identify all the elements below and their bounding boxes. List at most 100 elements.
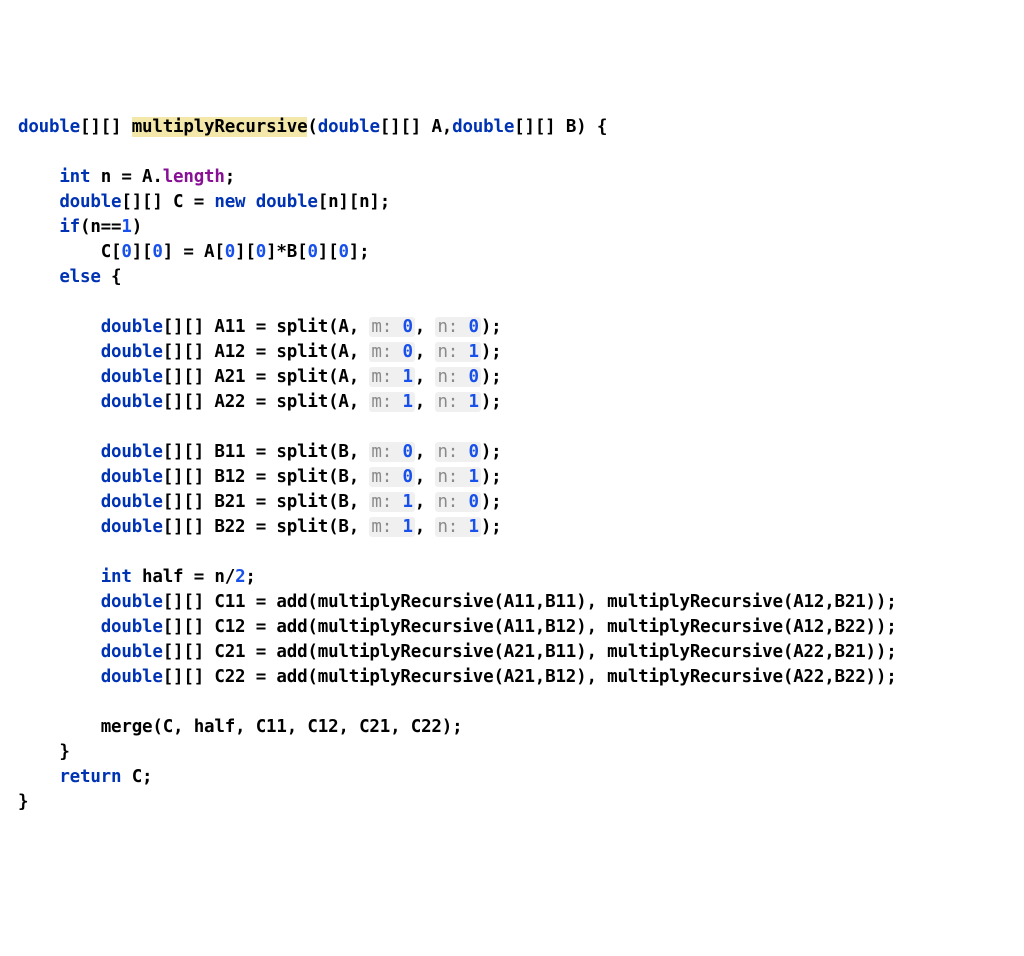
number-0: 0 [402,467,412,487]
keyword-double: double [101,617,163,637]
param-hint-m: m: [371,317,392,337]
keyword-if: if [59,217,80,237]
param-hint-n: n: [437,367,458,387]
merge-call: merge(C, half, C11, C12, C21, C22); [101,717,463,737]
decl-c-b: [n][n]; [318,192,390,212]
return-val: C; [121,767,152,787]
paren: ( [307,117,317,137]
number-0: 0 [225,242,235,262]
b21-decl: B21 = split(B, [204,492,369,512]
semi: ; [225,167,235,187]
close: ); [481,492,502,512]
keyword-int: int [59,167,90,187]
decl-c-a: [][] C = [121,192,214,212]
number-0: 0 [121,242,131,262]
c22-decl: C22 = add(multiplyRecursive(A21,B12), mu… [204,667,897,687]
decl-n: n = A. [90,167,162,187]
keyword-double: double [101,342,163,362]
c00-a: C[ [101,242,122,262]
param-hint-m: m: [371,492,392,512]
if-cond-b: ) [132,217,142,237]
number-0: 0 [468,442,478,462]
close: ); [481,367,502,387]
close: ); [481,442,502,462]
number-2: 2 [235,567,245,587]
number-1: 1 [468,392,478,412]
number-0: 0 [468,492,478,512]
param-hint-n: n: [437,517,458,537]
c12-decl: C12 = add(multiplyRecursive(A11,B12), mu… [204,617,897,637]
brackets: [][] [163,392,204,412]
close: ); [481,317,502,337]
number-1: 1 [468,342,478,362]
c00-b: ][ [132,242,153,262]
c00-b3: ][ [318,242,339,262]
number-1: 1 [468,517,478,537]
a12-decl: A12 = split(A, [204,342,369,362]
keyword-double: double [452,117,514,137]
c00-c: ] = A[ [163,242,225,262]
keyword-double: double [101,467,163,487]
keyword-double: double [101,317,163,337]
number-1: 1 [402,392,412,412]
keyword-double: double [101,367,163,387]
param-hint-m: m: [371,367,392,387]
number-1: 1 [402,492,412,512]
number-0: 0 [338,242,348,262]
brackets: [][] [163,667,204,687]
half-decl-a: half = n/ [132,567,235,587]
keyword-double: double [18,117,80,137]
b12-decl: B12 = split(B, [204,467,369,487]
close: ); [481,342,502,362]
b22-decl: B22 = split(B, [204,517,369,537]
c00-b2: ][ [235,242,256,262]
number-0: 0 [402,342,412,362]
a11-decl: A11 = split(A, [204,317,369,337]
number-0: 0 [468,317,478,337]
param-hint-n: n: [437,342,458,362]
keyword-double: double [318,117,380,137]
param-hint-m: m: [371,392,392,412]
property-length: length [163,167,225,187]
a21-decl: A21 = split(A, [204,367,369,387]
c00-e: ]; [349,242,370,262]
brackets: [][] [80,117,121,137]
close: ); [481,467,502,487]
c21-decl: C21 = add(multiplyRecursive(A21,B11), mu… [204,642,897,662]
number-0: 0 [152,242,162,262]
close: ); [481,392,502,412]
param-hint-m: m: [371,467,392,487]
if-cond-a: (n== [80,217,121,237]
brackets: [][] [163,517,204,537]
number-1: 1 [402,367,412,387]
keyword-double: double [101,392,163,412]
keyword-new-double: new double [214,192,317,212]
param-hint-n: n: [437,442,458,462]
keyword-double: double [101,442,163,462]
brackets: [][] [163,317,204,337]
param-hint-m: m: [371,442,392,462]
keyword-int: int [101,567,132,587]
number-0: 0 [256,242,266,262]
half-decl-b: ; [245,567,255,587]
brackets: [][] [163,592,204,612]
method-name: multiplyRecursive [132,117,308,137]
keyword-double: double [101,517,163,537]
brackets: [][] [163,367,204,387]
brackets: [][] [163,617,204,637]
param-hint-n: n: [437,392,458,412]
number-1: 1 [121,217,131,237]
param-a: [][] A, [380,117,452,137]
param-b: [][] B) { [514,117,607,137]
param-hint-n: n: [437,492,458,512]
c11-decl: C11 = add(multiplyRecursive(A11,B11), mu… [204,592,897,612]
close: ); [481,517,502,537]
keyword-double: double [101,667,163,687]
else-brace: { [101,267,122,287]
brackets: [][] [163,342,204,362]
a22-decl: A22 = split(A, [204,392,369,412]
keyword-double: double [59,192,121,212]
code-editor: double[][] multiplyRecursive(double[][] … [18,115,1006,815]
param-hint-m: m: [371,517,392,537]
brackets: [][] [163,442,204,462]
